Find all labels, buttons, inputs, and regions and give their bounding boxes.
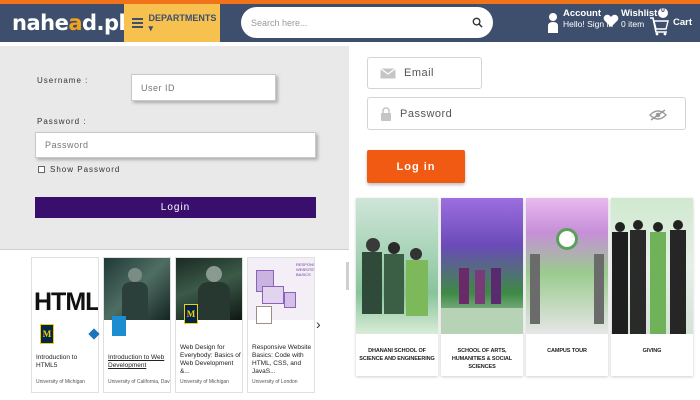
carousel-next-icon[interactable]: ›: [316, 316, 321, 332]
tour-label: DHANANI SCHOOL OF SCIENCE AND ENGINEERIN…: [359, 348, 435, 362]
search-icon[interactable]: [472, 17, 483, 28]
login-submit-button[interactable]: Log in: [367, 150, 465, 183]
password-placeholder: Password: [400, 107, 453, 120]
tour-photo: [611, 198, 693, 334]
site-header: nahead.pk DEPARTMENTS ▾ Account Hello! S…: [0, 4, 700, 42]
login-button[interactable]: Login: [35, 197, 316, 218]
course-thumbnail: HTML: [32, 258, 98, 320]
show-password-label: Show Password: [50, 165, 121, 174]
course-org: University of California, Davis: [108, 379, 170, 385]
tour-card[interactable]: GIVING: [611, 198, 693, 376]
username-field[interactable]: User ID: [131, 74, 276, 101]
carousel-scrollbar[interactable]: [346, 262, 349, 290]
password-input[interactable]: Password: [367, 97, 686, 130]
tour-label: SCHOOL OF ARTS, HUMANITIES & SOCIAL SCIE…: [451, 348, 513, 370]
cart-count-badge: 0: [661, 7, 665, 14]
tour-photo: [526, 198, 608, 334]
password-field[interactable]: Password: [35, 132, 316, 158]
course-thumbnail-text: RESPONSIVE WEBSITE BASICS: [296, 262, 314, 277]
username-label: Username :: [37, 76, 89, 85]
course-title: Web Design for Everybody: Basics of Web …: [180, 344, 241, 375]
search-input[interactable]: [251, 13, 451, 32]
course-org: University of Michigan: [180, 379, 229, 385]
hamburger-icon: [132, 16, 143, 30]
course-card[interactable]: Introduction to Web Development Universi…: [103, 257, 171, 393]
search-bar: [241, 7, 493, 38]
lock-icon: [381, 106, 391, 121]
course-org: University of Michigan: [36, 379, 85, 385]
course-org: University of London: [252, 379, 298, 385]
site-logo[interactable]: nahead.pk: [12, 10, 133, 36]
course-card[interactable]: HTML M Introduction to HTML5 University …: [31, 257, 100, 393]
course-thumbnail-text: HTML: [34, 288, 98, 316]
eye-slash-icon[interactable]: [649, 109, 667, 121]
heart-icon[interactable]: [603, 14, 619, 28]
university-logo: M: [40, 324, 54, 344]
tour-card[interactable]: SCHOOL OF ARTS, HUMANITIES & SOCIAL SCIE…: [441, 198, 523, 376]
university-logo: M: [184, 304, 198, 324]
tour-card[interactable]: CAMPUS TOUR: [526, 198, 608, 376]
university-logo: [256, 306, 272, 324]
tour-photo: [356, 198, 438, 334]
university-logo: [112, 316, 126, 336]
platform-mark-icon: [88, 328, 100, 340]
envelope-icon: [380, 67, 396, 78]
course-card[interactable]: RESPONSIVE WEBSITE BASICS Responsive Web…: [247, 257, 315, 393]
tour-photo: [441, 198, 523, 334]
departments-label: DEPARTMENTS ▾: [148, 12, 217, 33]
page: nahead.pk DEPARTMENTS ▾ Account Hello! S…: [0, 0, 700, 400]
course-thumbnail: [104, 258, 170, 320]
login-panel-left: Username : User ID Password : Password S…: [0, 46, 349, 250]
course-title: Responsive Website Basics: Code with HTM…: [252, 344, 312, 375]
course-title: Introduction to HTML5: [36, 354, 78, 369]
course-card[interactable]: M Web Design for Everybody: Basics of We…: [175, 257, 243, 393]
cart-link[interactable]: Cart: [673, 17, 692, 28]
email-placeholder: Email: [404, 67, 435, 79]
account-icon[interactable]: [547, 12, 559, 34]
departments-menu-button[interactable]: DEPARTMENTS ▾: [124, 4, 220, 42]
show-password-checkbox[interactable]: [38, 166, 45, 173]
password-label: Password :: [37, 117, 87, 126]
email-field[interactable]: Email: [367, 57, 482, 89]
tour-label: CAMPUS TOUR: [547, 348, 587, 354]
tour-label: GIVING: [642, 348, 662, 354]
tour-card[interactable]: DHANANI SCHOOL OF SCIENCE AND ENGINEERIN…: [356, 198, 438, 376]
course-title-link[interactable]: Introduction to Web Development: [108, 354, 170, 370]
cart-icon[interactable]: 0: [648, 6, 670, 36]
